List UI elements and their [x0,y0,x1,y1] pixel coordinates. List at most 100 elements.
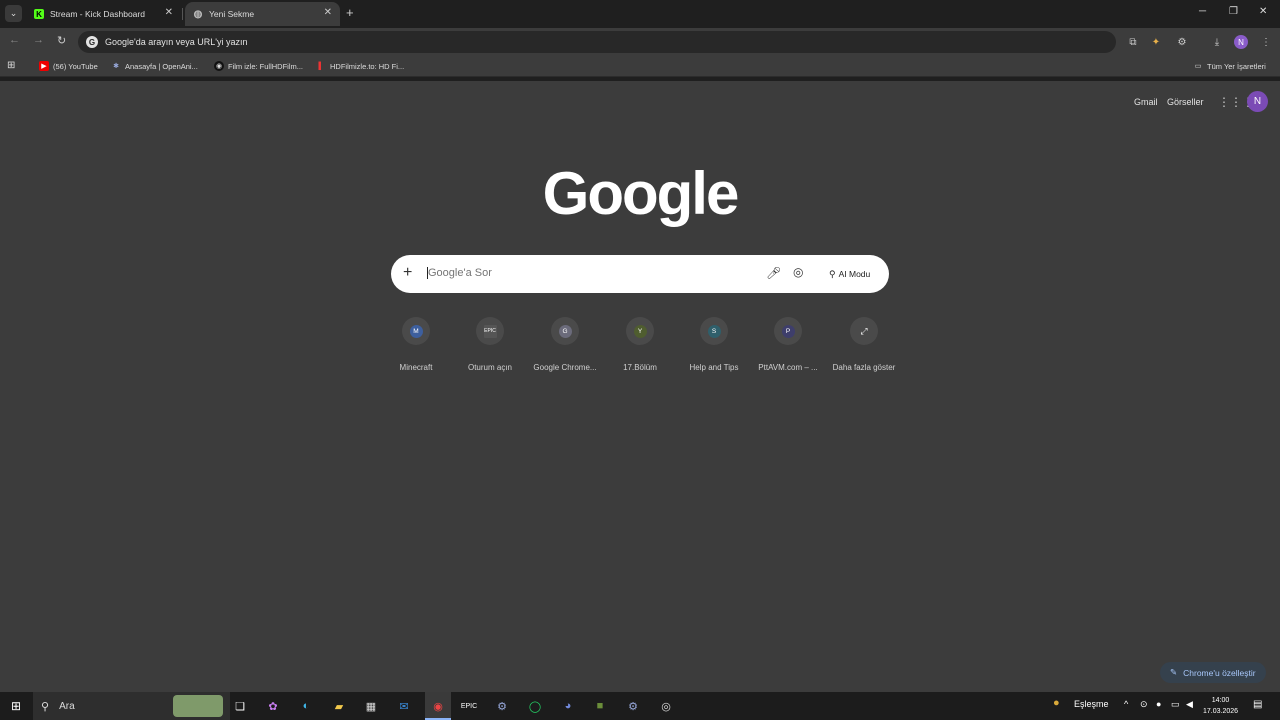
folder-icon: ▭ [1194,63,1202,70]
all-bookmarks-label: Tüm Yer İşaretleri [1207,61,1266,71]
gmail-link[interactable]: Gmail [1134,97,1158,107]
fenerbahce-icon: ● [1053,697,1060,709]
shortcut-label: Help and Tips [689,363,739,372]
obs-icon[interactable]: ◎ [657,697,675,715]
expand-icon: ⤢ [860,325,868,336]
youtube-icon: ▶ [39,61,49,71]
clock-date: 17.03.2026 [1203,708,1239,715]
extension-icon[interactable]: ✦ [1149,35,1163,49]
shortcut-icon-bg: Y [626,317,654,345]
globe-icon: ◍ [193,8,203,20]
bookmark-openani[interactable]: ✱ Anasayfa | OpenAni... [111,61,198,71]
volume-icon[interactable]: ◀ [1186,699,1193,710]
network-icon[interactable]: ▭ [1171,699,1180,710]
forward-icon[interactable]: → [33,34,44,46]
minimize-icon[interactable]: ─ [1199,6,1206,17]
search-box[interactable]: + 🎤︎ ◎ ⚲ AI Modu [391,255,889,293]
bookmark-label: Anasayfa | OpenAni... [125,61,198,71]
steam-icon[interactable]: ⚙ [493,697,511,715]
bookmark-label: HDFilmizle.to: HD Fi... [330,61,405,71]
bookmark-fullhdfilm[interactable]: ◉ Film izle: FullHDFilm... [214,61,303,71]
shortcut-icon-bg: M [402,317,430,345]
discord-icon[interactable]: ◕ [559,697,577,715]
close-tab-icon[interactable]: ✕ [165,7,173,18]
clock[interactable]: 14:00 17.03.2026 [1203,695,1238,717]
shortcut-label: Daha fazla göster [832,363,896,372]
shortcut-label: Minecraft [399,363,433,372]
images-link[interactable]: Görseller [1167,97,1204,107]
add-plus-icon[interactable]: + [403,264,412,282]
shortcut-tile[interactable]: S Help and Tips [678,317,750,372]
microphone-tray-icon[interactable]: ● [1156,699,1161,709]
all-bookmarks-folder[interactable]: ▭ Tüm Yer İşaretleri [1193,61,1266,71]
shortcut-tile[interactable]: P PttAVM.com – ... [752,317,824,372]
restore-icon[interactable]: ❐ [1229,6,1238,17]
new-tab-plus-icon[interactable]: + [346,5,354,20]
google-g-icon: G [86,36,98,48]
google-lens-icon[interactable]: ◎ [793,265,803,279]
chevron-up-icon[interactable]: ^ [1124,699,1128,709]
epic-games-icon[interactable]: EPIC [460,697,478,715]
shortcut-icon: Y [633,324,647,338]
task-view-icon[interactable]: ❏ [231,697,249,715]
microphone-icon[interactable]: 🎤︎ [766,266,781,280]
address-bar[interactable]: G Google'da arayın veya URL'yi yazın [78,31,1116,53]
file-explorer-icon[interactable]: ▰ [330,697,348,715]
apps-grid-icon[interactable]: ⊞ [7,60,15,71]
tab-title: Stream - Kick Dashboard [50,9,145,19]
taskbar-search-label: Ara [59,700,75,712]
shortcut-label: PttAVM.com – ... [758,363,818,372]
translate-extension-icon[interactable]: ⧉ [1126,35,1140,49]
taskbar-search[interactable]: ⚲ Ara [33,692,230,720]
store-icon[interactable]: ▦ [362,697,380,715]
search-input[interactable] [427,267,747,279]
copilot-icon[interactable]: ✿ [264,697,282,715]
back-icon[interactable]: ← [9,34,20,46]
bookmark-youtube[interactable]: ▶ (56) YouTube [39,61,98,71]
tab-divider [182,8,183,20]
account-avatar[interactable]: N [1247,91,1268,112]
taskbar: ⊞ ⚲ Ara ❏ ✿ ◐ ▰ ▦ ✉ ◉ EPIC ⚙ ◯ ◕ ■ ⚙ ◎ ●… [0,692,1280,720]
edge-icon[interactable]: ◐ [297,697,315,715]
tab-search-button[interactable]: ⌄ [5,5,22,22]
close-tab-icon[interactable]: ✕ [324,7,332,18]
shortcut-tile[interactable]: Y 17.Bölüm [604,317,676,372]
reload-icon[interactable]: ↻ [57,34,66,47]
openani-icon: ✱ [113,63,119,70]
shortcut-icon: G [558,324,572,338]
shortcut-tile[interactable]: M Minecraft [380,317,452,372]
menu-kebab-icon[interactable]: ⋮ [1259,35,1273,49]
bookmarks-bar: ⊞ ▶ (56) YouTube ✱ Anasayfa | OpenAni...… [0,56,1280,77]
download-icon[interactable]: ⤓ [1210,35,1224,49]
tab-strip: ⌄ K Stream - Kick Dashboard ✕ ◍ Yeni Sek… [0,0,1280,28]
bookmark-hdfilmizle[interactable]: ▌ HDFilmizle.to: HD Fi... [316,61,405,71]
ai-mode-button[interactable]: ⚲ AI Modu [821,263,878,285]
tab-kick-dashboard[interactable]: K Stream - Kick Dashboard ✕ [26,2,181,26]
tab-new-tab[interactable]: ◍ Yeni Sekme ✕ [185,2,340,26]
close-window-icon[interactable]: ✕ [1259,6,1267,17]
camera-icon[interactable]: ⊙ [1140,699,1148,710]
shortcut-label: 17.Bölüm [623,363,657,372]
profile-avatar[interactable]: N [1234,35,1248,49]
whatsapp-icon[interactable]: ◯ [526,697,544,715]
new-tab-page: Gmail Görseller ⋮⋮⋮ N Google + 🎤︎ ◎ ⚲ AI… [0,81,1280,692]
shortcut-label: Google Chrome... [533,363,597,372]
shortcut-tile[interactable]: EPIC Oturum açın [454,317,526,372]
bookmark-label: (56) YouTube [53,61,98,71]
windows-start-icon[interactable]: ⊞ [7,697,25,715]
search-icon: ⚲ [41,700,50,713]
shortcut-icon-bg: G [551,317,579,345]
shortcut-tile[interactable]: G Google Chrome... [529,317,601,372]
chrome-icon[interactable]: ◉ [429,697,447,715]
show-more-shortcuts[interactable]: ⤢ Daha fazla göster [828,317,900,372]
shortcut-icon: EPIC [483,324,497,338]
notifications-icon[interactable]: ▤ [1253,699,1262,710]
minecraft-icon[interactable]: ■ [591,697,609,715]
shortcut-icon: S [707,324,721,338]
customize-chrome-button[interactable]: ✎ Chrome'u özelleştir [1160,662,1266,683]
outlook-icon[interactable]: ✉ [395,697,413,715]
ai-search-icon: ⚲ [829,268,836,279]
extensions-puzzle-icon[interactable]: ⚙ [1175,35,1189,49]
tab-title: Yeni Sekme [209,9,255,19]
steam-2-icon[interactable]: ⚙ [624,697,642,715]
